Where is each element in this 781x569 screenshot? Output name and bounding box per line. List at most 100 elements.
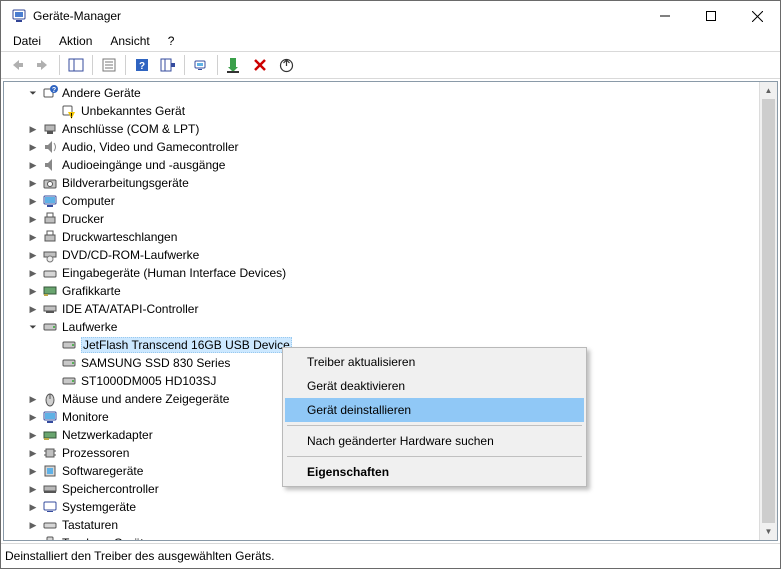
menu-file[interactable]: Datei — [5, 32, 49, 50]
chevron-right-icon[interactable]: ▶ — [26, 158, 40, 172]
close-button[interactable] — [734, 1, 780, 31]
category-printqueues[interactable]: ▶Druckwarteschlangen — [24, 228, 760, 246]
chevron-right-icon[interactable]: ▶ — [26, 500, 40, 514]
category-audio-io[interactable]: ▶ Audioeingänge und -ausgänge — [24, 156, 760, 174]
ctx-uninstall-device[interactable]: Gerät deinstallieren — [285, 398, 584, 422]
ctx-disable-device[interactable]: Gerät deaktivieren — [285, 374, 584, 398]
chevron-right-icon[interactable]: ▶ — [26, 122, 40, 136]
category-display[interactable]: ▶Grafikkarte — [24, 282, 760, 300]
window-controls — [642, 1, 780, 31]
network-adapter-icon — [42, 427, 58, 443]
category-label: Drucker — [62, 212, 104, 226]
chevron-right-icon[interactable]: ▶ — [26, 392, 40, 406]
chevron-right-icon[interactable]: ▶ — [26, 446, 40, 460]
category-audio[interactable]: ▶Audio, Video und Gamecontroller — [24, 138, 760, 156]
toolbar-separator — [92, 55, 93, 75]
update-driver-button[interactable] — [274, 54, 298, 76]
chevron-right-icon[interactable]: ▶ — [26, 410, 40, 424]
printqueue-icon — [42, 229, 58, 245]
help-button[interactable]: ? — [130, 54, 154, 76]
disk-icon — [61, 337, 77, 353]
chevron-right-icon[interactable]: ▶ — [26, 140, 40, 154]
chevron-right-icon[interactable]: ▶ — [26, 266, 40, 280]
toolbar: ? — [1, 51, 780, 79]
chevron-right-icon[interactable]: ▶ — [26, 518, 40, 532]
scroll-down-button[interactable]: ▼ — [760, 523, 777, 540]
chevron-right-icon[interactable]: ▶ — [26, 302, 40, 316]
unknown-device[interactable]: ! Unbekanntes Gerät — [43, 102, 760, 120]
storage-controller-icon — [42, 481, 58, 497]
svg-text:?: ? — [52, 87, 56, 94]
scroll-thumb[interactable] — [762, 99, 775, 523]
category-printers[interactable]: ▶ Drucker — [24, 210, 760, 228]
ctx-update-driver[interactable]: Treiber aktualisieren — [285, 350, 584, 374]
device-label: ST1000DM005 HD103SJ — [81, 374, 216, 388]
device-label: SAMSUNG SSD 830 Series — [81, 356, 230, 370]
device-label: JetFlash Transcend 16GB USB Device — [81, 337, 292, 353]
category-dvd[interactable]: ▶DVD/CD-ROM-Laufwerke — [24, 246, 760, 264]
category-computer[interactable]: ▶Computer — [24, 192, 760, 210]
chevron-down-icon[interactable]: ⏷ — [26, 86, 40, 100]
uninstall-device-button[interactable] — [248, 54, 272, 76]
computer-icon — [42, 193, 58, 209]
chevron-down-icon[interactable]: ⏷ — [26, 320, 40, 334]
toolbar-separator — [184, 55, 185, 75]
maximize-button[interactable] — [688, 1, 734, 31]
ctx-scan-hardware[interactable]: Nach geänderter Hardware suchen — [285, 429, 584, 453]
category-keyboards[interactable]: ▶ Tastaturen — [24, 516, 760, 534]
category-label: Laufwerke — [62, 320, 117, 334]
device-label: Unbekanntes Gerät — [81, 104, 185, 118]
properties-button[interactable] — [97, 54, 121, 76]
chevron-right-icon[interactable]: ▶ — [26, 482, 40, 496]
category-label: Tastaturen — [62, 518, 118, 532]
menu-action[interactable]: Aktion — [51, 32, 100, 50]
titlebar: Geräte-Manager — [1, 1, 780, 31]
category-label: Audioeingänge und -ausgänge — [62, 158, 225, 172]
category-label: IDE ATA/ATAPI-Controller — [62, 302, 198, 316]
monitor-icon — [42, 409, 58, 425]
ctx-separator — [287, 425, 582, 426]
category-ports[interactable]: ▶Anschlüsse (COM & LPT) — [24, 120, 760, 138]
chevron-right-icon[interactable]: ▶ — [26, 176, 40, 190]
menu-view[interactable]: Ansicht — [102, 32, 157, 50]
imaging-icon — [42, 175, 58, 191]
other-devices-icon: ? — [42, 85, 58, 101]
chevron-right-icon[interactable]: ▶ — [26, 248, 40, 262]
action-button[interactable] — [156, 54, 180, 76]
minimize-button[interactable] — [642, 1, 688, 31]
category-label: Systemgeräte — [62, 500, 136, 514]
ctx-separator — [287, 456, 582, 457]
enable-device-button[interactable] — [222, 54, 246, 76]
disk-icon — [61, 355, 77, 371]
audio-icon — [42, 139, 58, 155]
vertical-scrollbar[interactable]: ▲ ▼ — [759, 82, 777, 540]
software-device-icon — [42, 463, 58, 479]
drive-icon — [42, 319, 58, 335]
category-hid[interactable]: ▶Eingabegeräte (Human Interface Devices) — [24, 264, 760, 282]
chevron-right-icon[interactable]: ▶ — [26, 464, 40, 478]
chevron-right-icon[interactable]: ▶ — [26, 284, 40, 298]
ctx-properties[interactable]: Eigenschaften — [285, 460, 584, 484]
category-system[interactable]: ▶ Systemgeräte — [24, 498, 760, 516]
device-manager-window: Geräte-Manager Datei Aktion Ansicht ? ? — [0, 0, 781, 569]
category-ide[interactable]: ▶ IDE ATA/ATAPI-Controller — [24, 300, 760, 318]
chevron-right-icon[interactable]: ▶ — [26, 230, 40, 244]
category-portable[interactable]: ▶Tragbare Geräte — [24, 534, 760, 540]
chevron-right-icon[interactable]: ▶ — [26, 536, 40, 540]
show-hide-tree-button[interactable] — [64, 54, 88, 76]
scroll-up-button[interactable]: ▲ — [760, 82, 777, 99]
svg-text:?: ? — [139, 61, 145, 72]
chevron-right-icon[interactable]: ▶ — [26, 194, 40, 208]
scan-hardware-button[interactable] — [189, 54, 213, 76]
portable-device-icon — [42, 535, 58, 540]
menu-help[interactable]: ? — [160, 32, 183, 50]
chevron-right-icon[interactable]: ▶ — [26, 428, 40, 442]
unknown-device-icon: ! — [61, 103, 77, 119]
ports-icon — [42, 121, 58, 137]
back-button[interactable] — [5, 54, 29, 76]
forward-button[interactable] — [31, 54, 55, 76]
category-other-devices[interactable]: ⏷ ? Andere Geräte ! Unbekanntes Gerät — [24, 84, 760, 120]
chevron-right-icon[interactable]: ▶ — [26, 212, 40, 226]
category-imaging[interactable]: ▶Bildverarbeitungsgeräte — [24, 174, 760, 192]
svg-text:!: ! — [70, 113, 72, 119]
